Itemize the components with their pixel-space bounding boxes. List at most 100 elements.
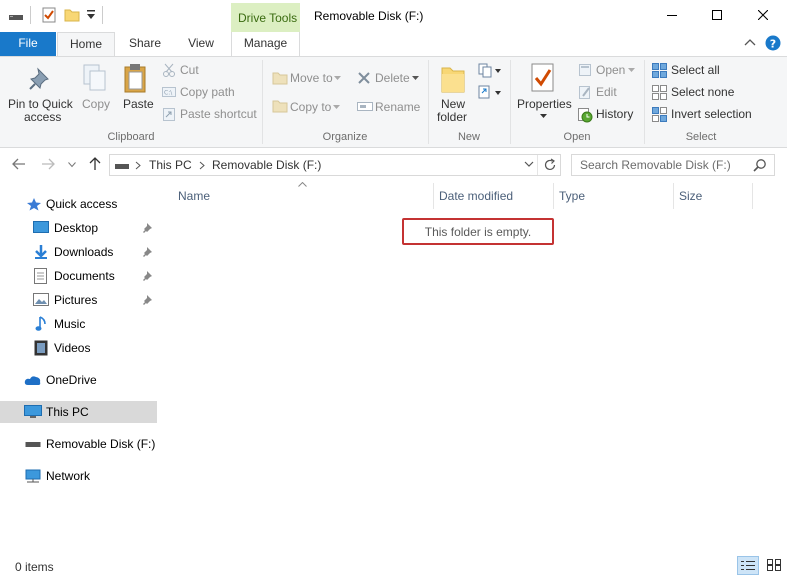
tab-home[interactable]: Home (57, 32, 115, 57)
nav-item-documents[interactable]: Documents (0, 265, 157, 287)
pictures-icon (33, 293, 49, 306)
open-dropdown-icon (628, 68, 635, 72)
select-none-button[interactable]: Select none (671, 85, 734, 99)
clipboard-group-label: Clipboard (107, 131, 155, 143)
copy-button[interactable]: Copy (82, 97, 110, 111)
details-view-button[interactable] (737, 556, 759, 575)
tab-manage[interactable]: Manage (231, 32, 300, 56)
new-folder-button[interactable]: New (441, 97, 465, 111)
history-icon (577, 107, 593, 123)
status-item-count: 0 items (15, 560, 54, 574)
address-dropdown-icon[interactable] (524, 161, 534, 168)
column-header-size[interactable]: Size (679, 189, 702, 203)
pin-to-quick-access-button[interactable]: Pin to Quick (8, 97, 73, 111)
close-button[interactable] (740, 0, 786, 30)
recent-locations-icon[interactable] (68, 162, 76, 168)
nav-item-desktop[interactable]: Desktop (0, 217, 157, 239)
new-folder-icon (440, 62, 466, 94)
drive-tools-label: Drive Tools (238, 11, 298, 25)
properties-dropdown-icon (540, 114, 547, 118)
ribbon-tabs (0, 32, 787, 56)
tab-share[interactable]: Share (120, 32, 170, 56)
empty-folder-message: This folder is empty. (402, 218, 554, 245)
customize-quick-access-icon[interactable] (86, 9, 96, 21)
new-item-icon[interactable] (478, 62, 502, 78)
paste-shortcut-button[interactable]: Paste shortcut (180, 107, 257, 121)
breadcrumb-chevron-icon[interactable] (135, 161, 141, 170)
nav-item-removable-disk[interactable]: Removable Disk (F:) (0, 433, 157, 455)
onedrive-icon (24, 376, 41, 385)
nav-item-videos[interactable]: Videos (0, 337, 157, 359)
easy-access-icon[interactable] (478, 84, 502, 100)
tab-file[interactable]: File (0, 32, 56, 56)
drive-icon (8, 8, 24, 24)
nav-item-downloads[interactable]: Downloads (0, 241, 157, 263)
up-arrow-icon[interactable] (89, 157, 101, 171)
history-button[interactable]: History (596, 107, 633, 121)
back-arrow-icon[interactable] (12, 158, 26, 170)
svg-text:C:\: C:\ (164, 90, 173, 97)
nav-item-quick-access[interactable]: Quick access (0, 193, 157, 215)
search-placeholder: Search Removable Disk (F:) (580, 158, 731, 172)
delete-dropdown-icon (412, 76, 419, 80)
downloads-icon (35, 245, 47, 259)
open-button[interactable]: Open (596, 63, 625, 77)
column-header-name[interactable]: Name (178, 189, 210, 203)
column-header-type[interactable]: Type (559, 189, 585, 203)
cut-button[interactable]: Cut (180, 63, 199, 77)
nav-item-this-pc[interactable]: This PC (0, 401, 157, 423)
column-header-date-modified[interactable]: Date modified (439, 189, 513, 203)
network-icon (25, 469, 41, 483)
nav-item-network[interactable]: Network (0, 465, 157, 487)
organize-group-label: Organize (322, 131, 368, 143)
desktop-icon (33, 221, 49, 233)
invert-selection-button[interactable]: Invert selection (671, 107, 752, 121)
nav-item-pictures[interactable]: Pictures (0, 289, 157, 311)
breadcrumb-this-pc[interactable]: This PC (149, 158, 192, 172)
properties-button[interactable]: Properties (517, 97, 572, 111)
pin-icon (143, 271, 152, 281)
nav-item-onedrive[interactable]: OneDrive (0, 369, 157, 391)
removable-disk-icon (25, 442, 41, 447)
open-group-label: Open (563, 131, 591, 143)
move-to-button[interactable]: Move to (290, 71, 333, 85)
sort-ascending-icon (298, 182, 307, 187)
properties-quick-icon[interactable] (41, 7, 57, 23)
pin-icon (29, 66, 53, 94)
collapse-ribbon-icon[interactable] (744, 38, 756, 48)
delete-button[interactable]: Delete (375, 71, 410, 85)
breadcrumb-chevron-icon[interactable] (199, 161, 205, 170)
rename-button[interactable]: Rename (375, 100, 420, 114)
paste-shortcut-icon (162, 107, 176, 121)
copy-to-button[interactable]: Copy to (290, 100, 331, 114)
select-all-button[interactable]: Select all (671, 63, 720, 77)
breadcrumb-removable-disk[interactable]: Removable Disk (F:) (212, 158, 321, 172)
select-none-icon (652, 85, 667, 100)
rename-icon (357, 100, 373, 112)
nav-item-music[interactable]: Music (0, 313, 157, 335)
large-icons-view-icon (767, 559, 781, 571)
copy-to-icon (272, 99, 288, 113)
new-folder-quick-icon[interactable] (64, 7, 80, 23)
select-group-label: Select (685, 131, 717, 143)
properties-icon (530, 62, 556, 94)
maximize-button[interactable] (694, 0, 740, 30)
copy-icon (82, 63, 108, 93)
large-icons-view-button[interactable] (763, 556, 785, 575)
copy-path-button[interactable]: Copy path (180, 85, 235, 99)
minimize-icon (667, 15, 677, 16)
tab-view[interactable]: View (176, 32, 226, 56)
help-icon[interactable]: ? (765, 35, 781, 51)
copy-path-icon: C:\ (162, 86, 176, 98)
address-drive-icon (114, 160, 130, 172)
window-title: Removable Disk (F:) (314, 9, 424, 23)
search-icon[interactable] (753, 158, 767, 172)
paste-button[interactable]: Paste (123, 97, 154, 111)
invert-selection-icon (652, 107, 667, 122)
this-pc-icon (24, 405, 42, 418)
minimize-button[interactable] (649, 0, 695, 30)
forward-arrow-icon[interactable] (41, 158, 55, 170)
refresh-icon[interactable] (543, 158, 557, 172)
edit-button[interactable]: Edit (596, 85, 617, 99)
pin-icon (143, 223, 152, 233)
